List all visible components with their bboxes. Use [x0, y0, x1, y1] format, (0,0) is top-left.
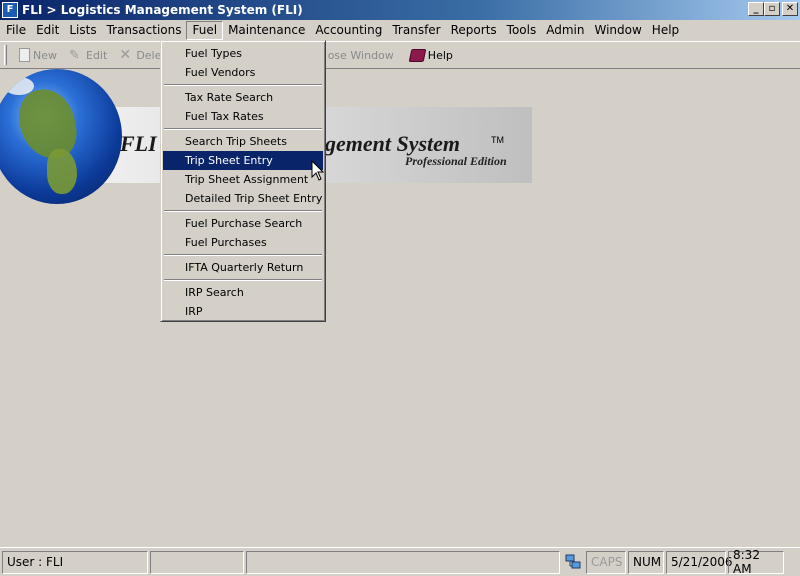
menu-item-fuel-purchase-search[interactable]: Fuel Purchase Search: [163, 214, 323, 233]
status-time: 8:32 AM: [728, 548, 784, 576]
close-button[interactable]: ✕: [782, 2, 798, 16]
status-date: 5/21/2006: [666, 550, 733, 574]
mouse-cursor-icon: [311, 160, 325, 181]
edit-icon: ✎: [69, 48, 80, 63]
menu-separator: [163, 252, 323, 258]
network-status-icon: [562, 551, 584, 573]
menu-bar: File Edit Lists Transactions Fuel Mainte…: [0, 20, 800, 41]
menu-item-fuel-types[interactable]: Fuel Types: [163, 44, 323, 63]
menu-lists[interactable]: Lists: [64, 21, 101, 40]
close-window-button[interactable]: ose Window: [322, 44, 400, 66]
menu-fuel[interactable]: Fuel: [186, 21, 224, 40]
menu-item-irp-search[interactable]: IRP Search: [163, 283, 323, 302]
new-label: New: [33, 48, 57, 62]
fuel-menu-dropdown: Fuel Types Fuel Vendors Tax Rate Search …: [160, 40, 326, 322]
menu-help[interactable]: Help: [647, 21, 684, 40]
menu-item-tax-rate-search[interactable]: Tax Rate Search: [163, 88, 323, 107]
minimize-button[interactable]: _: [748, 2, 764, 16]
menu-item-fuel-vendors[interactable]: Fuel Vendors: [163, 63, 323, 82]
menu-edit[interactable]: Edit: [31, 21, 64, 40]
menu-tools[interactable]: Tools: [502, 21, 542, 40]
menu-maintenance[interactable]: Maintenance: [223, 21, 310, 40]
status-num: NUM: [628, 550, 664, 574]
status-user: User : FLI: [2, 550, 148, 574]
menu-separator: [163, 208, 323, 214]
menu-item-detailed-trip-sheet-entry[interactable]: Detailed Trip Sheet Entry: [163, 189, 323, 208]
status-bar: User : FLI CAPS NUM 5/21/2006 8:32 AM: [0, 547, 800, 576]
edit-button[interactable]: ✎ Edit: [63, 44, 113, 66]
menu-item-fuel-tax-rates[interactable]: Fuel Tax Rates: [163, 107, 323, 126]
menu-item-fuel-purchases[interactable]: Fuel Purchases: [163, 233, 323, 252]
globe-logo: [0, 69, 122, 204]
status-caps: CAPS: [586, 550, 626, 574]
status-pane-2: [150, 550, 244, 574]
menu-separator: [163, 82, 323, 88]
restore-button[interactable]: ▫: [764, 2, 780, 16]
banner-title-left: FLI: [120, 131, 157, 156]
app-icon[interactable]: F: [2, 2, 18, 18]
delete-icon: ✕: [119, 47, 132, 63]
help-label: Help: [427, 48, 453, 62]
banner-trademark: TM: [491, 135, 504, 145]
menu-admin[interactable]: Admin: [541, 21, 589, 40]
help-button[interactable]: Help: [404, 44, 459, 66]
title-bar[interactable]: F FLI > Logistics Management System (FLI…: [0, 0, 800, 20]
menu-item-ifta-quarterly-return[interactable]: IFTA Quarterly Return: [163, 258, 323, 277]
banner-edition: Professional Edition: [405, 154, 507, 168]
menu-file[interactable]: File: [1, 21, 31, 40]
menu-transactions[interactable]: Transactions: [102, 21, 187, 40]
close-window-label: ose Window: [327, 48, 394, 62]
menu-reports[interactable]: Reports: [446, 21, 502, 40]
edit-label: Edit: [86, 48, 108, 62]
toolbar-grip[interactable]: [4, 45, 7, 65]
new-document-icon: [19, 48, 30, 62]
window-controls: _ ▫ ✕: [748, 2, 798, 16]
menu-separator: [163, 277, 323, 283]
menu-item-search-trip-sheets[interactable]: Search Trip Sheets: [163, 132, 323, 151]
menu-item-trip-sheet-assignment[interactable]: Trip Sheet Assignment: [163, 170, 323, 189]
window-title: FLI > Logistics Management System (FLI): [22, 3, 303, 17]
new-button[interactable]: New: [13, 44, 63, 66]
mdi-client-area: FLI gement System TM Professional Editio…: [0, 69, 800, 546]
toolbar: New ✎ Edit ✕ Delet ose Window Help: [0, 41, 800, 69]
menu-window[interactable]: Window: [589, 21, 646, 40]
menu-separator: [163, 126, 323, 132]
menu-item-trip-sheet-entry[interactable]: Trip Sheet Entry: [163, 151, 323, 170]
status-pane-3: [246, 550, 560, 574]
menu-accounting[interactable]: Accounting: [310, 21, 387, 40]
menu-item-irp[interactable]: IRP: [163, 302, 323, 321]
menu-transfer[interactable]: Transfer: [387, 21, 445, 40]
help-book-icon: [408, 48, 427, 62]
